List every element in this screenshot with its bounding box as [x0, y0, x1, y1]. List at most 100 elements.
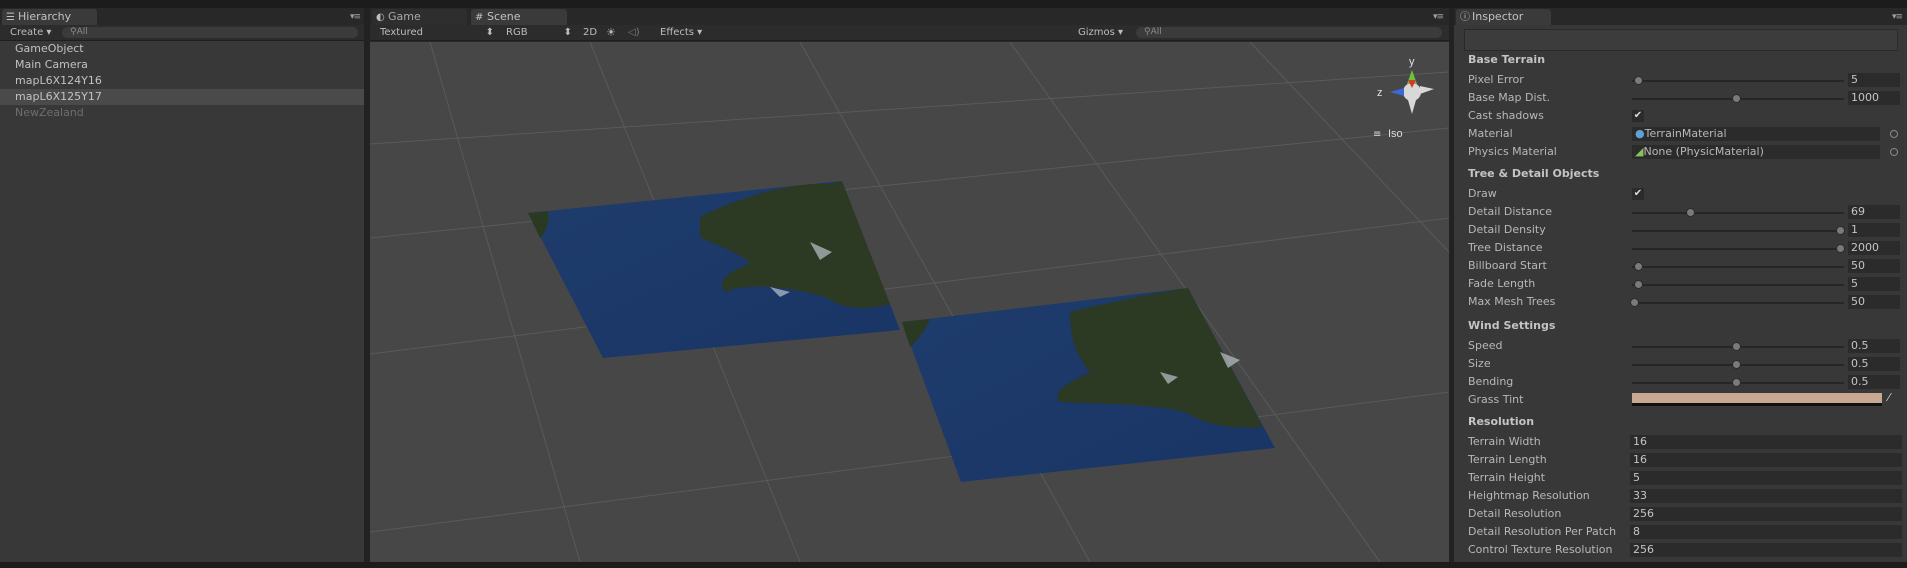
- draw-mode-label: Textured: [380, 27, 423, 38]
- panel-menu-icon[interactable]: ▾≡: [1433, 12, 1444, 22]
- hierarchy-item[interactable]: GameObject: [0, 41, 364, 57]
- material-value: TerrainMaterial: [1644, 127, 1727, 140]
- tree-distance-label: Tree Distance: [1468, 241, 1543, 254]
- chevron-down-icon: ⬍: [563, 27, 572, 38]
- menu-lines-icon: ≡: [1373, 129, 1381, 140]
- gizmos-dropdown[interactable]: Gizmos ▾: [1078, 25, 1123, 40]
- pixel-error-label: Pixel Error: [1468, 73, 1524, 86]
- create-button[interactable]: Create ▾: [10, 25, 51, 40]
- max-mesh-trees-knob[interactable]: [1630, 298, 1639, 307]
- audio-icon[interactable]: ◁): [628, 25, 640, 40]
- control-texture-resolution-field[interactable]: 256: [1630, 543, 1902, 557]
- material-field[interactable]: ●TerrainMaterial: [1632, 127, 1880, 141]
- render-mode-dropdown[interactable]: RGB ⬍: [506, 25, 576, 40]
- resolution-header: Resolution: [1468, 415, 1535, 428]
- terrain-height-field[interactable]: 5: [1630, 471, 1902, 485]
- base-map-field[interactable]: 1000: [1848, 91, 1900, 105]
- billboard-start-knob[interactable]: [1634, 262, 1643, 271]
- object-picker-icon[interactable]: [1890, 148, 1898, 156]
- billboard-start-slider[interactable]: [1632, 266, 1844, 268]
- fade-length-knob[interactable]: [1634, 280, 1643, 289]
- detail-distance-label: Detail Distance: [1468, 205, 1552, 218]
- pixel-error-slider[interactable]: [1632, 80, 1844, 82]
- hierarchy-item[interactable]: NewZealand: [0, 105, 364, 121]
- draw-mode-dropdown[interactable]: Textured ⬍: [380, 25, 498, 40]
- pixel-error-knob[interactable]: [1634, 76, 1643, 85]
- detail-resolution-field[interactable]: 256: [1630, 507, 1902, 521]
- grass-tint-label: Grass Tint: [1468, 393, 1524, 406]
- scene-search-input[interactable]: ⚲All: [1136, 27, 1442, 38]
- orientation-gizmo[interactable]: y z: [1377, 56, 1434, 114]
- material-label: Material: [1468, 127, 1513, 140]
- gizmo-y-label: y: [1409, 56, 1415, 68]
- panel-menu-icon[interactable]: ▾≡: [350, 12, 361, 22]
- bottom-strip: [0, 562, 1907, 568]
- bending-field[interactable]: 0.5: [1848, 375, 1900, 389]
- fade-length-field[interactable]: 5: [1848, 277, 1900, 291]
- lighting-icon[interactable]: ☀: [606, 25, 616, 40]
- cast-shadows-checkbox[interactable]: ✔: [1632, 110, 1644, 122]
- tree-distance-knob[interactable]: [1836, 244, 1845, 253]
- projection-label[interactable]: Iso: [1388, 128, 1403, 140]
- hierarchy-tabbar: ☰ Hierarchy ▾≡: [0, 8, 364, 25]
- hierarchy-search-input[interactable]: ⚲All: [62, 27, 358, 38]
- search-icon: ⚲: [1144, 27, 1151, 37]
- search-icon: ⚲: [70, 27, 77, 37]
- scene-canvas[interactable]: y z Iso ≡: [370, 42, 1449, 562]
- max-mesh-trees-slider[interactable]: [1632, 302, 1844, 304]
- render-mode-label: RGB: [506, 27, 528, 38]
- base-map-knob[interactable]: [1732, 94, 1741, 103]
- size-knob[interactable]: [1732, 360, 1741, 369]
- physics-material-value: None (PhysicMaterial): [1643, 145, 1764, 158]
- speed-field[interactable]: 0.5: [1848, 339, 1900, 353]
- scene-viewport[interactable]: y z Iso ≡: [370, 42, 1449, 562]
- detail-distance-field[interactable]: 69: [1848, 205, 1900, 219]
- pixel-error-field[interactable]: 5: [1848, 73, 1900, 87]
- scene-toolbar: Textured ⬍ RGB ⬍ 2D ☀ ◁) Effects ▾ Gizmos …: [370, 25, 1449, 41]
- terrain-length-field[interactable]: 16: [1630, 453, 1902, 467]
- material-sphere-icon: ●: [1635, 127, 1645, 140]
- hierarchy-search-placeholder: All: [76, 27, 88, 37]
- hierarchy-item[interactable]: mapL6X124Y16: [0, 73, 364, 89]
- hierarchy-item-selected[interactable]: mapL6X125Y17: [0, 89, 364, 105]
- mode-2d-button[interactable]: 2D: [583, 25, 597, 40]
- base-map-label: Base Map Dist.: [1468, 91, 1551, 104]
- terrain-toolbar[interactable]: [1464, 29, 1898, 51]
- detail-distance-knob[interactable]: [1686, 208, 1695, 217]
- max-mesh-trees-field[interactable]: 50: [1848, 295, 1900, 309]
- grid-icon: #: [475, 12, 484, 23]
- bending-knob[interactable]: [1732, 378, 1741, 387]
- panel-menu-icon[interactable]: ▾≡: [1892, 12, 1903, 22]
- hierarchy-item[interactable]: Main Camera: [0, 57, 364, 73]
- detail-distance-slider[interactable]: [1632, 212, 1844, 214]
- tree-distance-field[interactable]: 2000: [1848, 241, 1900, 255]
- draw-checkbox[interactable]: ✔: [1632, 188, 1644, 200]
- base-terrain-header: Base Terrain: [1468, 53, 1546, 66]
- size-field[interactable]: 0.5: [1848, 357, 1900, 371]
- bending-label: Bending: [1468, 375, 1514, 388]
- billboard-start-field[interactable]: 50: [1848, 259, 1900, 273]
- detail-density-slider[interactable]: [1632, 230, 1844, 232]
- tab-scene[interactable]: # Scene: [471, 9, 567, 25]
- tab-game[interactable]: ◐ Game: [372, 9, 467, 25]
- speed-knob[interactable]: [1732, 342, 1741, 351]
- tab-inspector[interactable]: ⓘ Inspector: [1456, 9, 1551, 25]
- effects-dropdown[interactable]: Effects ▾: [660, 25, 702, 40]
- object-picker-icon[interactable]: [1890, 130, 1898, 138]
- detail-density-field[interactable]: 1: [1848, 223, 1900, 237]
- detail-resolution-per-patch-field[interactable]: 8: [1630, 525, 1902, 539]
- tab-hierarchy[interactable]: ☰ Hierarchy: [2, 9, 97, 25]
- chevron-down-icon: ⬍: [485, 27, 494, 38]
- physics-material-field[interactable]: ◢None (PhysicMaterial): [1632, 145, 1880, 159]
- heightmap-resolution-field[interactable]: 33: [1630, 489, 1902, 503]
- terrain-width-field[interactable]: 16: [1630, 435, 1902, 449]
- billboard-start-label: Billboard Start: [1468, 259, 1547, 272]
- tree-distance-slider[interactable]: [1632, 248, 1844, 250]
- detail-density-knob[interactable]: [1836, 226, 1845, 235]
- fade-length-slider[interactable]: [1632, 284, 1844, 286]
- gizmos-label: Gizmos: [1078, 27, 1115, 38]
- speed-label: Speed: [1468, 339, 1503, 352]
- grass-tint-color-swatch[interactable]: [1632, 393, 1882, 406]
- scene-tabbar: ◐ Game # Scene ▾≡: [370, 8, 1449, 25]
- eyedropper-icon[interactable]: ⁄: [1888, 391, 1890, 404]
